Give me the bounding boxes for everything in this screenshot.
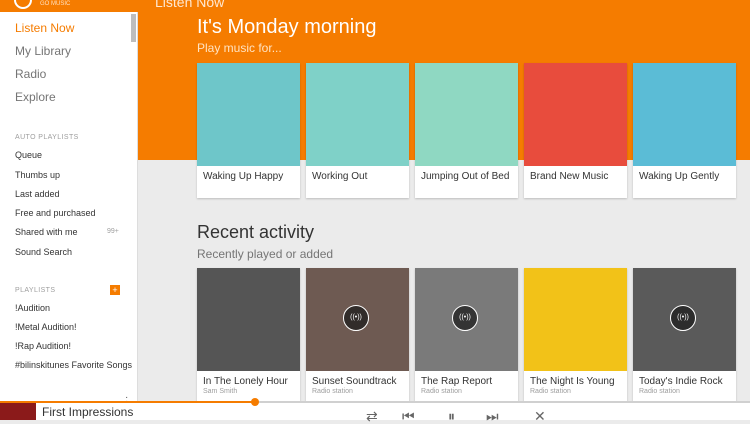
mood-card-art	[524, 63, 627, 166]
nav-listen-now[interactable]: Listen Now	[15, 21, 74, 35]
sidebar: Listen Now My Library Radio Explore AUTO…	[0, 12, 138, 411]
shuffle-icon[interactable]: ✕	[534, 409, 546, 423]
recent-card-subtitle: Radio station	[530, 388, 571, 395]
repeat-icon[interactable]: ⇄	[366, 409, 378, 423]
next-icon[interactable]: ⏭	[486, 409, 499, 423]
page-title: Listen Now	[155, 0, 225, 10]
mood-card[interactable]: Waking Up Gently	[633, 63, 736, 198]
progress-bar[interactable]	[0, 401, 750, 403]
mood-card-art	[197, 63, 300, 166]
recent-card-title: Today's Indie Rock	[639, 376, 723, 387]
recent-card-title: Sunset Soundtrack	[312, 376, 397, 387]
mood-card-title: Brand New Music	[530, 171, 609, 182]
mood-card[interactable]: Waking Up Happy	[197, 63, 300, 198]
top-app-bar: GO MUSIC Listen Now	[0, 0, 750, 12]
banner-subtitle: Play music for...	[197, 41, 282, 55]
mood-card[interactable]: Jumping Out of Bed	[415, 63, 518, 198]
recent-card[interactable]: In The Lonely Hour Sam Smith	[197, 268, 300, 403]
recent-subtitle: Recently played or added	[197, 247, 334, 261]
recent-card[interactable]: The Night Is Young Radio station	[524, 268, 627, 403]
recent-card-subtitle: Radio station	[421, 388, 462, 395]
recent-card[interactable]: ((•)) Sunset Soundtrack Radio station	[306, 268, 409, 403]
now-playing-title[interactable]: First Impressions	[42, 405, 133, 419]
recent-card-art	[197, 268, 300, 371]
progress-knob[interactable]	[251, 398, 259, 406]
recent-card-subtitle: Radio station	[639, 388, 680, 395]
pause-icon[interactable]: ⏸	[448, 409, 455, 423]
recent-card[interactable]: ((•)) The Rap Report Radio station	[415, 268, 518, 403]
app-brand: GO MUSIC	[40, 1, 71, 7]
mood-card-title: Jumping Out of Bed	[421, 171, 510, 182]
app-logo-icon[interactable]	[14, 0, 32, 9]
playlist-item[interactable]: #bilinskitunes Favorite Songs	[15, 360, 133, 370]
main-content: It's Monday morning Play music for... Wa…	[138, 12, 750, 403]
progress-fill	[0, 401, 255, 403]
previous-icon[interactable]: ⏮	[402, 409, 415, 423]
playlist-item[interactable]: !Rap Audition!	[15, 341, 133, 351]
recent-card[interactable]: ((•)) Today's Indie Rock Radio station	[633, 268, 736, 403]
mood-card-title: Waking Up Gently	[639, 171, 720, 182]
auto-playlist-item[interactable]: Thumbs up	[15, 170, 133, 180]
auto-playlists-header: AUTO PLAYLISTS	[15, 134, 79, 141]
playlist-item[interactable]: !Audition	[15, 303, 133, 313]
radio-station-icon: ((•))	[452, 305, 478, 331]
playlist-item[interactable]: !Metal Audition!	[15, 322, 133, 332]
auto-playlist-item[interactable]: Last added	[15, 189, 133, 199]
recent-card-title: In The Lonely Hour	[203, 376, 288, 387]
nav-my-library[interactable]: My Library	[15, 44, 71, 58]
mood-card-art	[633, 63, 736, 166]
recent-card-subtitle: Sam Smith	[203, 388, 238, 395]
recent-card-subtitle: Radio station	[312, 388, 353, 395]
banner-title: It's Monday morning	[197, 16, 377, 38]
mood-card-title: Working Out	[312, 171, 368, 182]
radio-station-icon: ((•))	[343, 305, 369, 331]
mood-card-art	[415, 63, 518, 166]
shared-count-badge: 99+	[107, 228, 119, 235]
mood-card[interactable]: Brand New Music	[524, 63, 627, 198]
auto-playlist-item[interactable]: Free and purchased	[15, 208, 133, 218]
nav-radio[interactable]: Radio	[15, 67, 46, 81]
recent-card-title: The Rap Report	[421, 376, 493, 387]
mood-card[interactable]: Working Out	[306, 63, 409, 198]
add-playlist-button[interactable]: +	[110, 285, 120, 295]
sidebar-scrollbar[interactable]	[131, 14, 136, 42]
mood-card-art	[306, 63, 409, 166]
playlists-header: PLAYLISTS	[15, 287, 56, 294]
mood-card-title: Waking Up Happy	[203, 171, 284, 182]
now-playing-art[interactable]	[0, 403, 36, 420]
recent-title: Recent activity	[197, 222, 315, 242]
recent-card-art	[524, 268, 627, 371]
recent-card-title: The Night Is Young	[530, 376, 615, 387]
nav-explore[interactable]: Explore	[15, 90, 56, 104]
auto-playlist-item[interactable]: Queue	[15, 150, 133, 160]
radio-station-icon: ((•))	[670, 305, 696, 331]
auto-playlist-item[interactable]: Sound Search	[15, 247, 133, 257]
